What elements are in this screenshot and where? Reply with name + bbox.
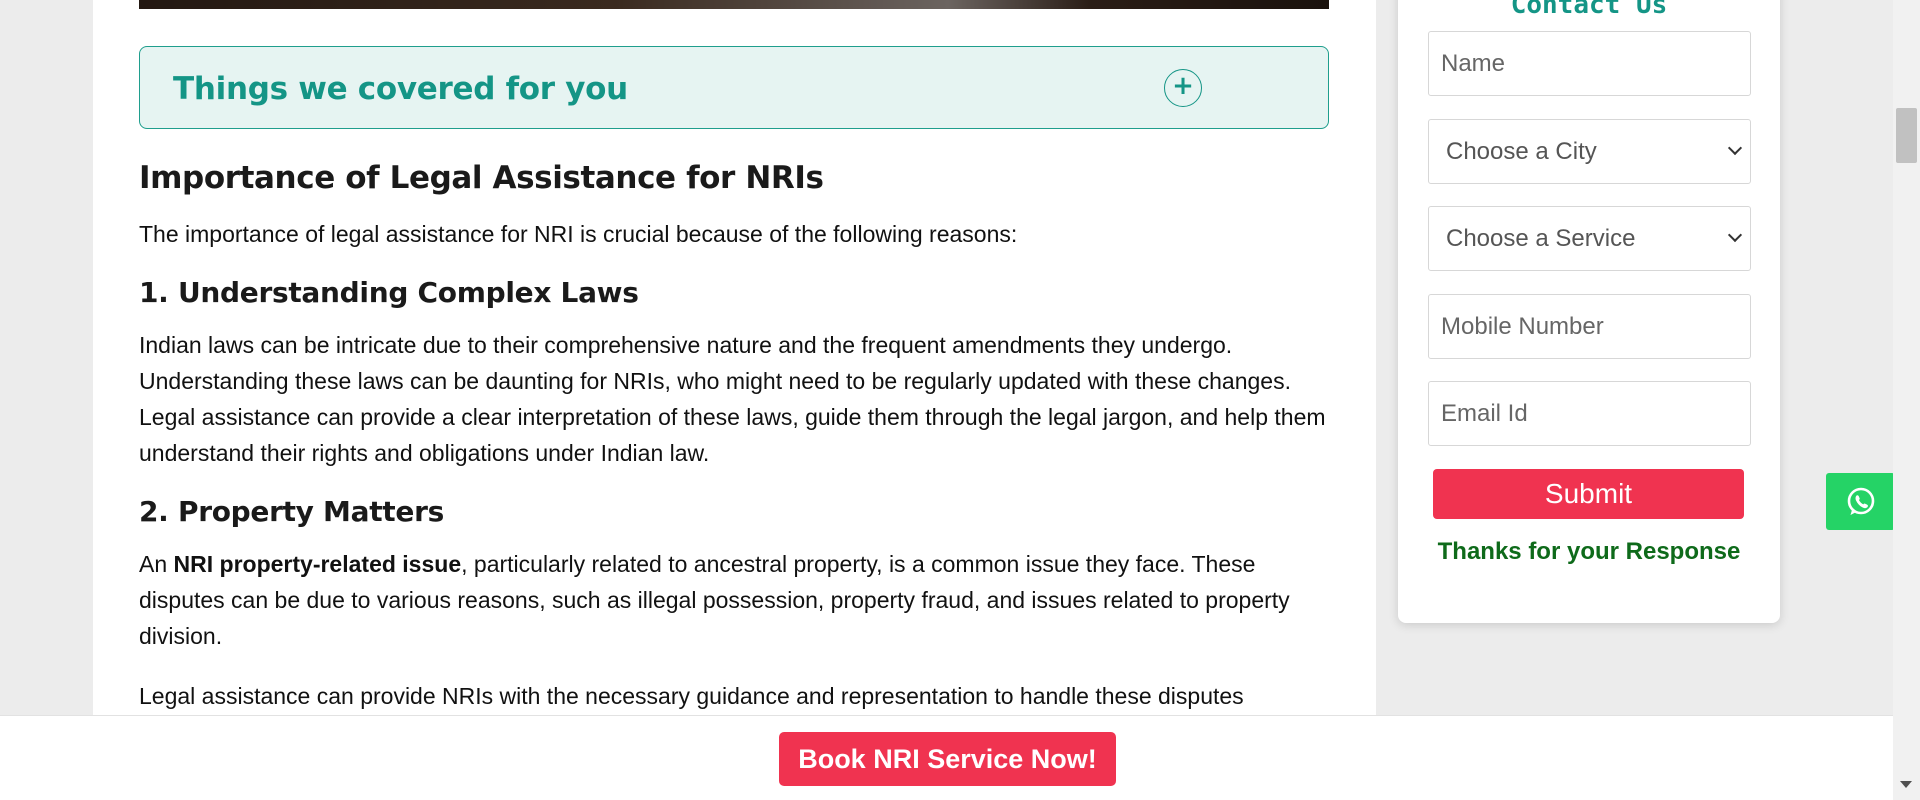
things-covered-accordion[interactable]: Things we covered for you + xyxy=(139,46,1329,129)
bold-phrase: NRI property-related issue xyxy=(173,551,462,577)
form-heading: Contact Us xyxy=(1510,0,1668,20)
service-select-label: Choose a Service xyxy=(1446,224,1636,252)
bottom-cta-bar: Book NRI Service Now! xyxy=(0,715,1893,800)
mobile-input[interactable]: Mobile Number xyxy=(1428,294,1751,359)
plus-icon[interactable]: + xyxy=(1164,69,1202,107)
chevron-down-icon xyxy=(1727,140,1743,156)
section-body-property-matters: An NRI property-related issue, particula… xyxy=(139,551,1290,649)
whatsapp-button[interactable] xyxy=(1826,473,1895,530)
city-select-label: Choose a City xyxy=(1446,137,1597,165)
article-title: Importance of Legal Assistance for NRIs xyxy=(139,160,824,196)
email-input[interactable]: Email Id xyxy=(1428,381,1751,446)
article-intro: The importance of legal assistance for N… xyxy=(139,221,1018,247)
accordion-title: Things we covered for you xyxy=(173,71,628,107)
name-input[interactable]: Name xyxy=(1428,31,1751,96)
submit-button[interactable]: Submit xyxy=(1433,469,1744,519)
thanks-message: Thanks for your Response xyxy=(1437,538,1741,565)
service-select[interactable]: Choose a Service xyxy=(1428,206,1751,271)
hero-image xyxy=(139,0,1329,9)
chevron-down-icon xyxy=(1727,227,1743,243)
scrollbar-thumb[interactable] xyxy=(1896,108,1917,163)
book-nri-service-button[interactable]: Book NRI Service Now! xyxy=(779,732,1116,786)
city-select[interactable]: Choose a City xyxy=(1428,119,1751,184)
section-heading-property-matters: 2. Property Matters xyxy=(139,495,444,528)
contact-form: Contact Us Name Choose a City Choose a S… xyxy=(1398,0,1780,623)
section-body-understanding-laws: Indian laws can be intricate due to thei… xyxy=(139,332,1326,466)
section-body-property-matters-2: Legal assistance can provide NRIs with t… xyxy=(139,683,1244,709)
scroll-down-arrow-icon[interactable] xyxy=(1900,781,1912,788)
section-heading-understanding-laws: 1. Understanding Complex Laws xyxy=(139,276,639,309)
article-body: Importance of Legal Assistance for NRIs … xyxy=(139,160,1339,714)
whatsapp-icon xyxy=(1847,487,1874,515)
